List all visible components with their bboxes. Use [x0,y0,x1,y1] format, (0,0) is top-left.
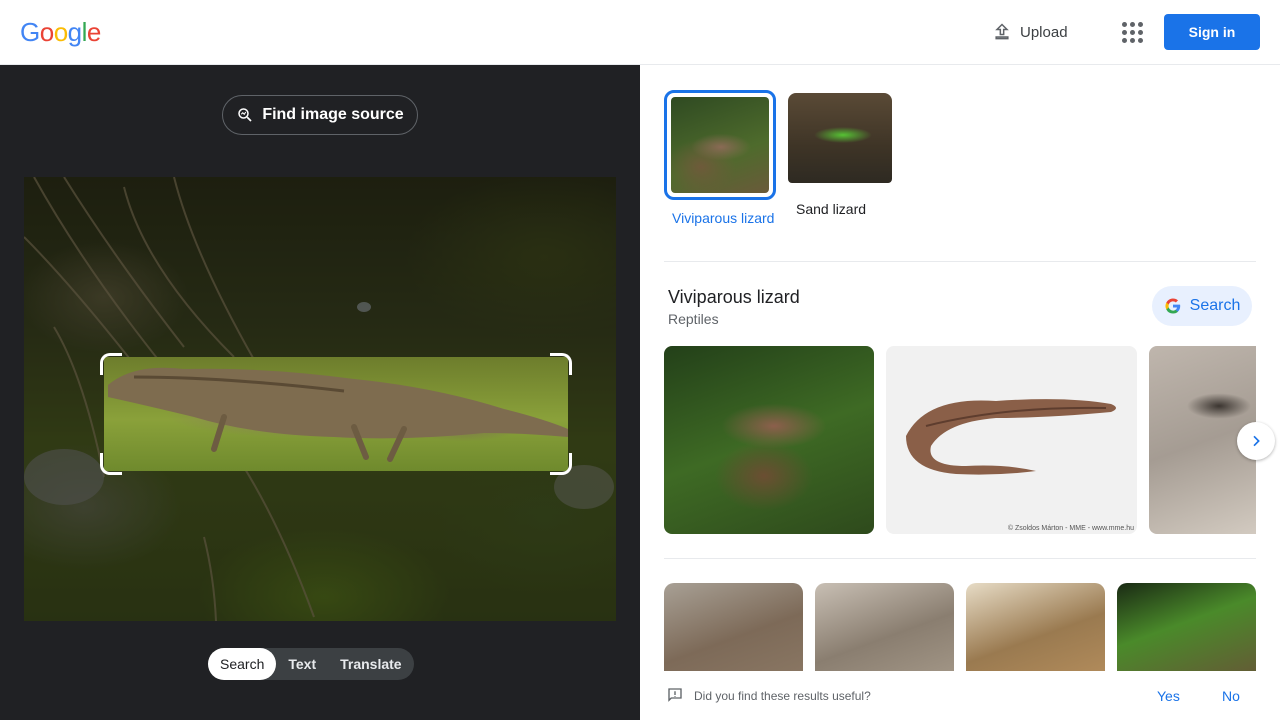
google-logo[interactable]: Google [20,18,101,46]
chevron-right-icon [1253,435,1260,447]
find-image-source-label: Find image source [262,106,404,123]
selected-region[interactable] [104,357,568,471]
more-results-row [664,583,1256,671]
upload-icon [995,23,1009,40]
google-search-button[interactable]: Search [1152,286,1252,326]
sand-lizard-thumbnail [788,93,892,183]
result-image[interactable] [966,583,1105,671]
result-image[interactable] [664,346,874,534]
entity-chips: Viviparous lizard Sand lizard [664,90,900,228]
divider [664,261,1256,262]
mode-text-tab[interactable]: Text [276,648,328,680]
image-results-row: © Zsoldos Márton - MME - www.mme.hu [664,346,1256,534]
result-image[interactable] [1117,583,1256,671]
chip-sand-lizard[interactable]: Sand lizard [788,90,900,228]
entity-subtitle: Reptiles [668,311,719,327]
chip-label: Sand lizard [796,201,867,217]
crop-handle-top-right[interactable] [550,353,572,375]
viviparous-lizard-thumbnail [671,97,769,193]
result-image[interactable] [815,583,954,671]
chip-label: Viviparous lizard [672,210,775,226]
image-preview-pane: Find image source Search Text Translate [0,65,640,720]
image-search-icon [238,108,252,122]
crop-handle-bottom-right[interactable] [550,453,572,475]
mode-translate-tab[interactable]: Translate [328,648,413,680]
entity-title: Viviparous lizard [668,287,800,307]
google-g-icon [1165,298,1180,314]
feedback-yes-button[interactable]: Yes [1157,688,1180,704]
feedback-no-button[interactable]: No [1222,688,1240,704]
image-credit: © Zsoldos Márton - MME - www.mme.hu [1007,525,1134,532]
upload-button[interactable]: Upload [992,20,1068,44]
crop-handle-top-left[interactable] [100,353,122,375]
result-image[interactable]: © Zsoldos Márton - MME - www.mme.hu [886,346,1137,534]
result-image[interactable] [664,583,803,671]
next-images-button[interactable] [1237,422,1275,460]
feedback-question: Did you find these results useful? [694,689,871,703]
uploaded-photo[interactable] [24,177,616,621]
crop-handle-bottom-left[interactable] [100,453,122,475]
find-image-source-button[interactable]: Find image source [222,95,418,135]
results-pane: Viviparous lizard Sand lizard Viviparous… [640,65,1280,720]
upload-label: Upload [1020,23,1068,41]
feedback-icon [668,688,682,702]
lizard-shape [108,367,568,462]
divider [664,558,1256,559]
mode-search-tab[interactable]: Search [208,648,277,680]
chip-viviparous-lizard[interactable]: Viviparous lizard [664,90,776,228]
search-label: Search [1189,297,1241,314]
feedback-bar: Did you find these results useful? Yes N… [640,671,1280,720]
sign-in-button[interactable]: Sign in [1164,14,1260,50]
mode-switcher: Search Text Translate [208,648,414,680]
apps-grid-icon[interactable] [1120,20,1144,44]
top-header: Google Upload Sign in [0,0,1280,65]
